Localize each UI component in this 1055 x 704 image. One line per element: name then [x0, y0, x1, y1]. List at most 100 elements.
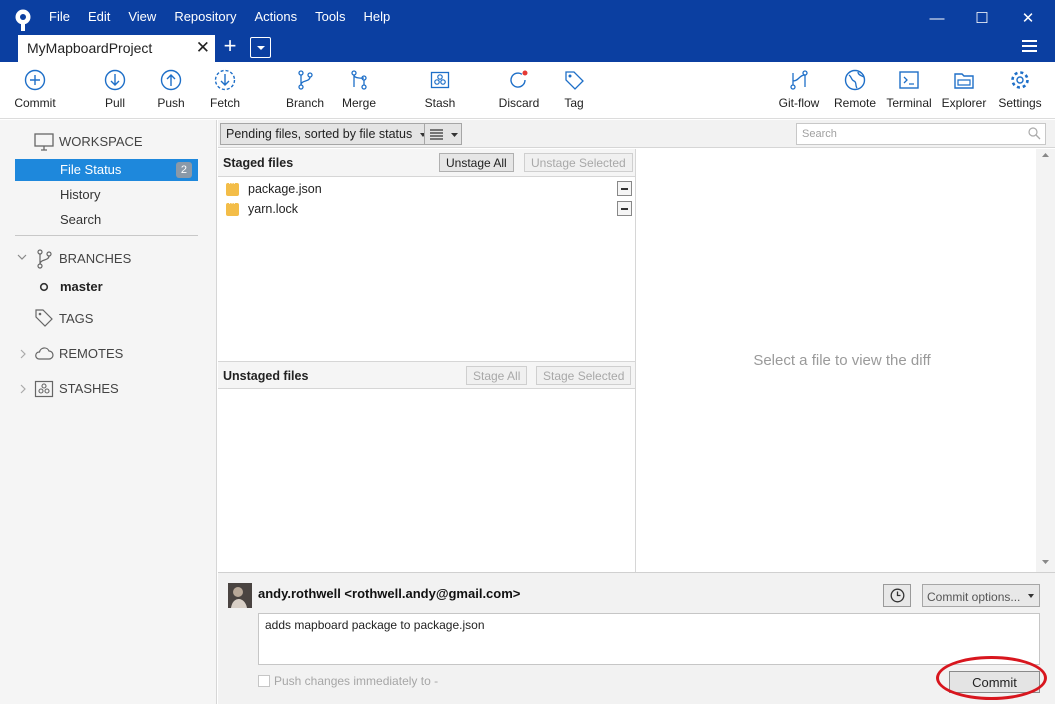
modified-file-icon: [226, 178, 239, 196]
push-button[interactable]: Push: [152, 69, 190, 110]
menu-edit[interactable]: Edit: [79, 7, 119, 26]
repo-tab[interactable]: MyMapboardProject ✕: [18, 35, 215, 62]
branch-button[interactable]: Branch: [284, 69, 326, 110]
gitflow-button[interactable]: Git-flow: [776, 69, 822, 110]
pull-button[interactable]: Pull: [96, 69, 134, 110]
commit-message-input[interactable]: adds mapboard package to package.json: [258, 613, 1040, 665]
sidebar-divider: [15, 235, 198, 236]
maximize-button[interactable]: ☐: [967, 8, 997, 30]
hamburger-menu-icon[interactable]: [1022, 40, 1037, 53]
tag-button[interactable]: Tag: [559, 69, 589, 110]
menu-view[interactable]: View: [119, 7, 165, 26]
close-tab-icon[interactable]: ✕: [196, 38, 210, 58]
terminal-icon: [899, 71, 919, 89]
modified-file-icon: [226, 198, 239, 216]
sidebar-item-file-status[interactable]: File Status 2: [15, 159, 198, 181]
sourcetree-logo-icon: [15, 9, 31, 31]
unstaged-files-title: Unstaged files: [223, 369, 309, 383]
push-icon: [160, 69, 182, 91]
discard-button[interactable]: Discard: [497, 69, 541, 110]
commit-history-button[interactable]: [883, 584, 911, 607]
tags-header[interactable]: TAGS: [59, 311, 93, 326]
branch-icon: [298, 70, 313, 90]
file-name: package.json: [248, 182, 322, 196]
file-name: yarn.lock: [248, 202, 299, 216]
stage-all-button[interactable]: Stage All: [466, 366, 528, 385]
diff-pane: Select a file to view the diff: [635, 149, 1055, 572]
tag-icon: [565, 71, 584, 90]
staged-file-row[interactable]: package.json: [218, 178, 635, 200]
explorer-button[interactable]: Explorer: [940, 69, 988, 110]
chevron-right-icon[interactable]: [19, 384, 27, 394]
remote-button[interactable]: Remote: [832, 69, 878, 110]
checkbox-box[interactable]: [258, 675, 270, 687]
commit-toolbar-button[interactable]: Commit: [10, 69, 60, 110]
search-input[interactable]: Search: [796, 123, 1046, 145]
menu-file[interactable]: File: [40, 7, 79, 26]
close-window-button[interactable]: ✕: [1013, 8, 1043, 30]
tab-dropdown-button[interactable]: [250, 37, 271, 58]
unstage-selected-button[interactable]: Unstage Selected: [524, 153, 633, 172]
stash-icon: [430, 71, 450, 89]
fetch-icon: [214, 69, 236, 91]
merge-button[interactable]: Merge: [338, 69, 380, 110]
sidebar-item-search[interactable]: Search: [15, 209, 198, 231]
scroll-up-icon[interactable]: [1042, 153, 1049, 157]
highlight-annotation-ring: [936, 656, 1047, 700]
gitflow-icon: [790, 70, 808, 90]
menu-actions[interactable]: Actions: [245, 7, 306, 26]
sidebar: WORKSPACE File Status 2 History Search B…: [0, 120, 217, 704]
terminal-button[interactable]: Terminal: [884, 69, 934, 110]
sidebar-item-history[interactable]: History: [15, 184, 198, 206]
file-status-count-badge: 2: [175, 162, 192, 178]
diff-scrollbar[interactable]: [1036, 149, 1055, 572]
commit-area: andy.rothwell <rothwell.andy@gmail.com> …: [218, 572, 1055, 704]
minimize-button[interactable]: —: [922, 8, 952, 30]
staged-files-title: Staged files: [223, 156, 294, 170]
menu-help[interactable]: Help: [354, 7, 399, 26]
repo-tab-title: MyMapboardProject: [27, 40, 153, 56]
avatar: [228, 583, 252, 608]
view-mode-dropdown[interactable]: [424, 123, 462, 145]
branch-icon: [37, 249, 52, 269]
filter-bar: Pending files, sorted by file status Sea…: [218, 120, 1055, 148]
unstage-all-button[interactable]: Unstage All: [439, 153, 514, 172]
stage-selected-button[interactable]: Stage Selected: [536, 366, 632, 385]
commit-author: andy.rothwell <rothwell.andy@gmail.com>: [258, 586, 521, 601]
commit-options-dropdown[interactable]: Commit options...: [922, 584, 1040, 607]
staged-files-header: Staged files Unstage All Unstage Selecte…: [218, 149, 635, 177]
scroll-down-icon[interactable]: [1042, 560, 1049, 564]
new-tab-button[interactable]: +: [219, 34, 241, 58]
unstage-file-button[interactable]: [617, 181, 632, 196]
file-sort-dropdown[interactable]: Pending files, sorted by file status: [220, 123, 434, 145]
globe-icon: [844, 69, 866, 91]
stash-icon: [34, 380, 54, 398]
chevron-right-icon[interactable]: [19, 349, 27, 359]
merge-icon: [351, 70, 367, 90]
toolbar: Commit Pull Push Fetch Branch Merge Stas…: [0, 62, 1055, 119]
branch-master[interactable]: master: [60, 279, 103, 294]
push-immediately-checkbox[interactable]: Push changes immediately to -: [258, 674, 438, 688]
chevron-down-icon: [451, 133, 458, 137]
remotes-header[interactable]: REMOTES: [59, 346, 123, 361]
staged-file-row[interactable]: yarn.lock: [218, 198, 635, 220]
stashes-header[interactable]: STASHES: [59, 381, 119, 396]
commit-icon: [24, 69, 46, 91]
folder-icon: [954, 73, 974, 89]
discard-icon: [510, 70, 528, 88]
menu-repository[interactable]: Repository: [165, 7, 245, 26]
workspace-header[interactable]: WORKSPACE: [59, 134, 143, 149]
chevron-down-icon[interactable]: [17, 253, 27, 261]
unstage-file-button[interactable]: [617, 201, 632, 216]
search-icon[interactable]: [1028, 127, 1041, 140]
cloud-icon: [35, 347, 54, 360]
title-bar: File Edit View Repository Actions Tools …: [0, 0, 1055, 62]
branches-header[interactable]: BRANCHES: [59, 251, 131, 266]
menu-bar: File Edit View Repository Actions Tools …: [40, 7, 399, 26]
stash-button[interactable]: Stash: [420, 69, 460, 110]
diff-empty-message: Select a file to view the diff: [753, 352, 931, 369]
menu-tools[interactable]: Tools: [306, 7, 354, 26]
fetch-button[interactable]: Fetch: [205, 69, 245, 110]
gear-icon: [1011, 71, 1029, 89]
settings-button[interactable]: Settings: [996, 69, 1044, 110]
